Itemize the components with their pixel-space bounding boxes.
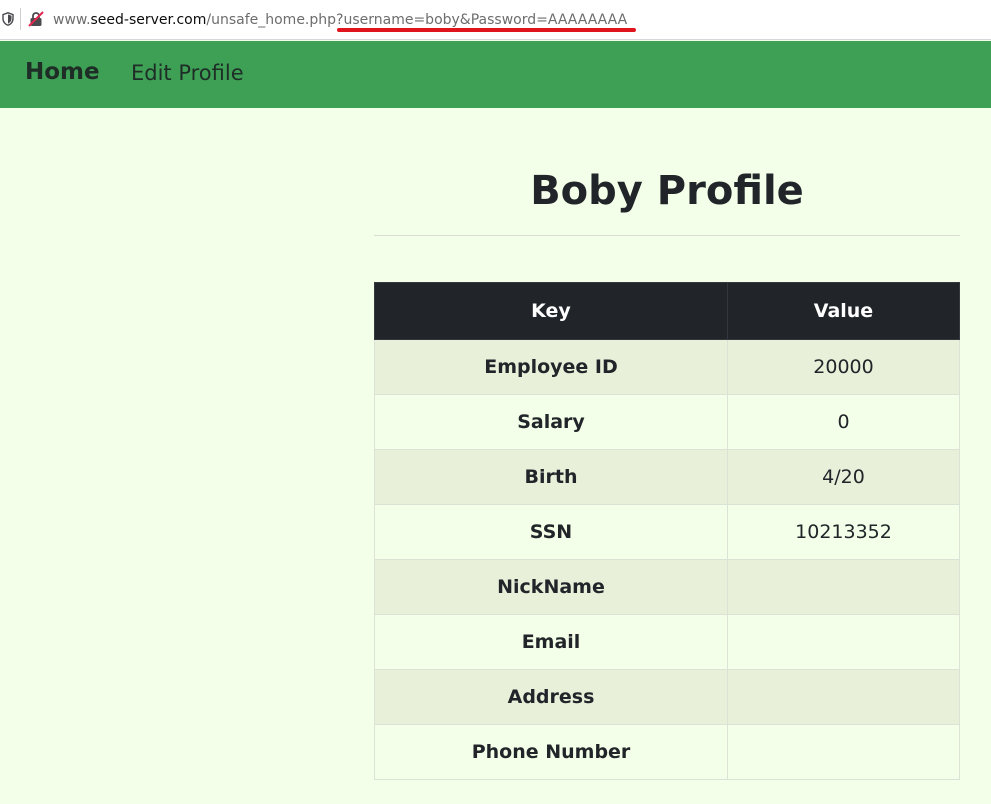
row-value-nickname <box>727 559 960 615</box>
row-key-ssn: SSN <box>374 504 728 560</box>
address-bar[interactable]: www.seed-server.com/unsafe_home.php?user… <box>0 0 991 40</box>
nav-edit-profile-link[interactable]: Edit Profile <box>131 61 244 85</box>
page-title: Boby Profile <box>530 168 804 214</box>
row-value-birth: 4/20 <box>727 449 960 505</box>
row-value-ssn: 10213352 <box>727 504 960 560</box>
table-header-row: Key Value <box>374 282 960 340</box>
url-prefix: www. <box>53 12 91 28</box>
table-row: Employee ID 20000 <box>374 339 960 395</box>
row-key-employee-id: Employee ID <box>374 339 728 395</box>
row-key-nickname: NickName <box>374 559 728 615</box>
row-key-address: Address <box>374 669 728 725</box>
row-key-salary: Salary <box>374 394 728 450</box>
row-value-email <box>727 614 960 670</box>
table-row: NickName <box>374 559 960 615</box>
table-row: Phone Number <box>374 724 960 780</box>
row-key-birth: Birth <box>374 449 728 505</box>
url-separator <box>20 8 21 30</box>
profile-table: Key Value Employee ID 20000 Salary 0 Bir… <box>374 282 960 780</box>
nav-home-link[interactable]: Home <box>25 59 100 85</box>
row-value-phone-number <box>727 724 960 780</box>
title-divider <box>374 235 960 236</box>
table-row: Salary 0 <box>374 394 960 450</box>
query-highlight-underline <box>337 28 636 32</box>
row-value-employee-id: 20000 <box>727 339 960 395</box>
shield-icon[interactable] <box>2 12 14 26</box>
url-path: /unsafe_home.php <box>206 12 337 28</box>
url-text[interactable]: www.seed-server.com/unsafe_home.php?user… <box>53 11 627 29</box>
navbar: Home Edit Profile <box>0 41 991 108</box>
table-row: Email <box>374 614 960 670</box>
row-value-address <box>727 669 960 725</box>
url-query: ?username=boby&Password=AAAAAAAA <box>336 12 628 28</box>
table-row: Birth 4/20 <box>374 449 960 505</box>
row-key-email: Email <box>374 614 728 670</box>
row-key-phone-number: Phone Number <box>374 724 728 780</box>
insecure-lock-icon[interactable] <box>28 11 44 27</box>
column-header-key: Key <box>374 282 728 340</box>
row-value-salary: 0 <box>727 394 960 450</box>
column-header-value: Value <box>727 282 960 340</box>
url-domain: seed-server.com <box>90 12 207 28</box>
table-row: SSN 10213352 <box>374 504 960 560</box>
table-row: Address <box>374 669 960 725</box>
